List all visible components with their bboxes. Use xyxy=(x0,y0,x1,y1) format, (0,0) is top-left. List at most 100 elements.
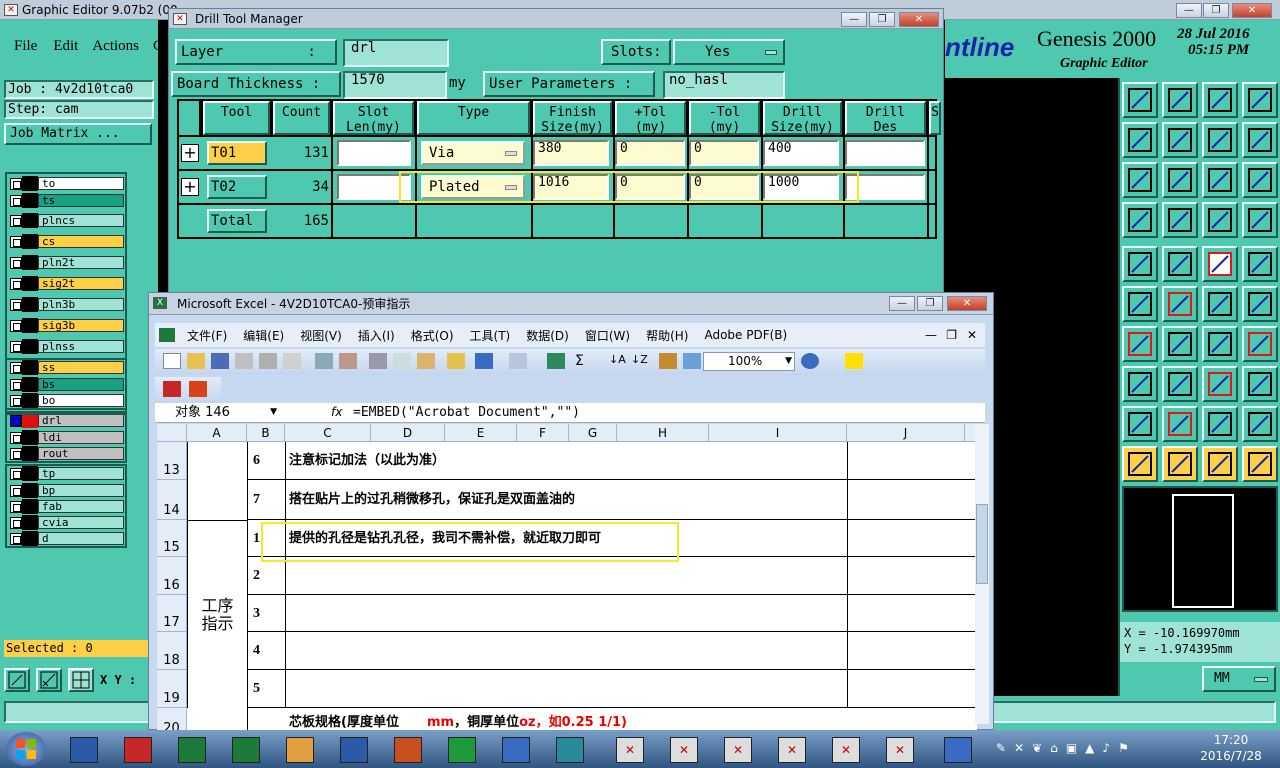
row-header[interactable]: 19 xyxy=(157,670,187,708)
row-header[interactable]: 17 xyxy=(157,595,187,632)
tray-usb-icon[interactable]: ⌂ xyxy=(1050,741,1058,755)
tray-leaf-icon[interactable]: ❦ xyxy=(1032,741,1042,755)
doc-minimize-icon[interactable]: — xyxy=(925,328,937,342)
ruler-icon[interactable] xyxy=(1202,246,1238,282)
close-button[interactable]: ✕ xyxy=(1232,3,1272,18)
line-angle-icon[interactable] xyxy=(1162,326,1198,362)
name-box[interactable]: 对象 146 ▼ xyxy=(157,403,281,422)
print-preview-icon[interactable] xyxy=(283,353,301,369)
spelling-icon[interactable] xyxy=(315,353,333,369)
cut-icon[interactable] xyxy=(369,353,387,369)
menu-format-cn[interactable]: 格式(O) xyxy=(411,327,454,344)
column-header-C[interactable]: C xyxy=(285,424,371,442)
start-button[interactable] xyxy=(6,732,46,766)
eye-app-icon[interactable] xyxy=(546,732,594,768)
expand-plus-icon[interactable]: + xyxy=(181,178,199,196)
move-layer-up-icon[interactable] xyxy=(1122,82,1158,118)
expand-plus-icon[interactable]: + xyxy=(181,144,199,162)
column-header-I[interactable]: I xyxy=(709,424,847,442)
format-painter-icon[interactable] xyxy=(447,353,465,369)
cursor-arrow-icon[interactable] xyxy=(1162,446,1198,482)
help-icon[interactable] xyxy=(1242,162,1278,198)
cell-c[interactable]: 搭在贴片上的过孔稍微移孔，保证孔是双面盖油的 xyxy=(287,480,847,520)
redo-icon[interactable] xyxy=(509,353,527,369)
tray-antivirus-icon[interactable]: ▲ xyxy=(1085,741,1094,755)
minimize-button[interactable]: — xyxy=(1176,3,1202,18)
circle-icon[interactable] xyxy=(1242,246,1278,282)
sort-desc-icon[interactable]: ↓Z xyxy=(631,353,649,369)
step-out-icon[interactable] xyxy=(1162,122,1198,158)
undo-icon[interactable] xyxy=(475,353,493,369)
cell-c[interactable]: 注意标记加法（以此为准） xyxy=(287,442,847,480)
permission-icon[interactable] xyxy=(235,353,253,369)
line-red-icon[interactable] xyxy=(1122,326,1158,362)
tray-app-icon[interactable]: ✎ xyxy=(996,741,1006,755)
save-app-icon[interactable] xyxy=(60,732,108,768)
help-icon[interactable] xyxy=(801,353,819,369)
row-header[interactable]: 18 xyxy=(157,632,187,670)
cursor-icon[interactable] xyxy=(1122,446,1158,482)
select-all-corner[interactable] xyxy=(157,424,187,442)
tray-flag-icon[interactable]: ⚑ xyxy=(1118,741,1129,755)
menu-edit-cn[interactable]: 编辑(E) xyxy=(243,327,284,344)
tool-name[interactable]: T01 xyxy=(207,141,267,165)
publisher-icon[interactable] xyxy=(384,732,432,768)
move-layer-down-icon[interactable] xyxy=(1162,82,1198,118)
copy-icon[interactable] xyxy=(393,353,411,369)
fx-icon[interactable]: fx xyxy=(331,405,342,419)
fill-color-icon[interactable] xyxy=(845,353,863,369)
pad-icon[interactable] xyxy=(1122,246,1158,282)
red-point-icon[interactable] xyxy=(1202,286,1238,322)
excel-maximize-button[interactable]: ❐ xyxy=(917,296,943,311)
dimension-icon[interactable] xyxy=(1202,366,1238,402)
rectangle-icon[interactable] xyxy=(1162,246,1198,282)
open-icon[interactable] xyxy=(187,353,205,369)
cell-b[interactable]: 2 xyxy=(247,557,285,595)
formula-input[interactable]: =EMBED("Acrobat Document","") xyxy=(353,405,580,420)
row-header[interactable]: 13 xyxy=(157,442,187,480)
cross-icon[interactable] xyxy=(1162,286,1198,322)
column-header-E[interactable]: E xyxy=(445,424,517,442)
zoom-select[interactable]: 100% ▼ xyxy=(703,352,795,371)
column-header-B[interactable]: B xyxy=(247,424,285,442)
excel-minimize-button[interactable]: — xyxy=(889,296,915,311)
word-task-icon[interactable] xyxy=(330,732,378,768)
cursor-select-icon[interactable] xyxy=(1202,446,1238,482)
cell-b[interactable]: 5 xyxy=(247,670,285,708)
genesis-task-icon[interactable]: ✕ xyxy=(660,732,708,768)
menu-tools-cn[interactable]: 工具(T) xyxy=(470,327,511,344)
pan-icon[interactable] xyxy=(1162,162,1198,198)
cell-c[interactable] xyxy=(287,557,847,595)
layer-field[interactable]: drl xyxy=(343,39,449,67)
row-header[interactable]: 20 xyxy=(157,708,187,731)
drill-maximize-button[interactable]: ❐ xyxy=(869,12,895,27)
minus-tol-input[interactable]: 0 xyxy=(689,140,759,166)
slot-length-input[interactable] xyxy=(337,140,411,166)
cell-b[interactable] xyxy=(247,708,285,731)
column-header-H[interactable]: H xyxy=(617,424,709,442)
row-header[interactable]: 14 xyxy=(157,480,187,520)
cell-b[interactable]: 6 xyxy=(247,442,285,480)
net-blue-icon[interactable] xyxy=(1122,286,1158,322)
thickness-field[interactable]: 1570 xyxy=(343,71,447,99)
column-header-D[interactable]: D xyxy=(371,424,445,442)
row-header[interactable]: 15 xyxy=(157,520,187,557)
doc-close-icon[interactable]: ✕ xyxy=(967,328,977,342)
excel-task-icon[interactable] xyxy=(168,732,216,768)
genesis-task-icon[interactable]: ✕ xyxy=(768,732,816,768)
user-params-field[interactable]: no_hasl xyxy=(663,71,785,99)
net-feature-icon[interactable] xyxy=(1202,202,1238,238)
research-icon[interactable] xyxy=(339,353,357,369)
column-header-A[interactable]: A xyxy=(187,424,247,442)
drawing-icon[interactable] xyxy=(683,353,701,369)
zoom-fit-icon[interactable] xyxy=(1122,162,1158,198)
red-app-icon[interactable] xyxy=(114,732,162,768)
vertical-scrollbar[interactable] xyxy=(975,424,989,724)
genesis-task-icon[interactable]: ✕ xyxy=(606,732,654,768)
frame-icon[interactable] xyxy=(1242,82,1278,118)
drill-close-button[interactable]: ✕ xyxy=(899,12,939,27)
overview-map[interactable] xyxy=(1122,486,1278,612)
sort-asc-icon[interactable]: ↓A xyxy=(609,353,627,369)
scroll-thumb[interactable] xyxy=(976,504,988,584)
menu-data-cn[interactable]: 数据(D) xyxy=(526,327,569,344)
